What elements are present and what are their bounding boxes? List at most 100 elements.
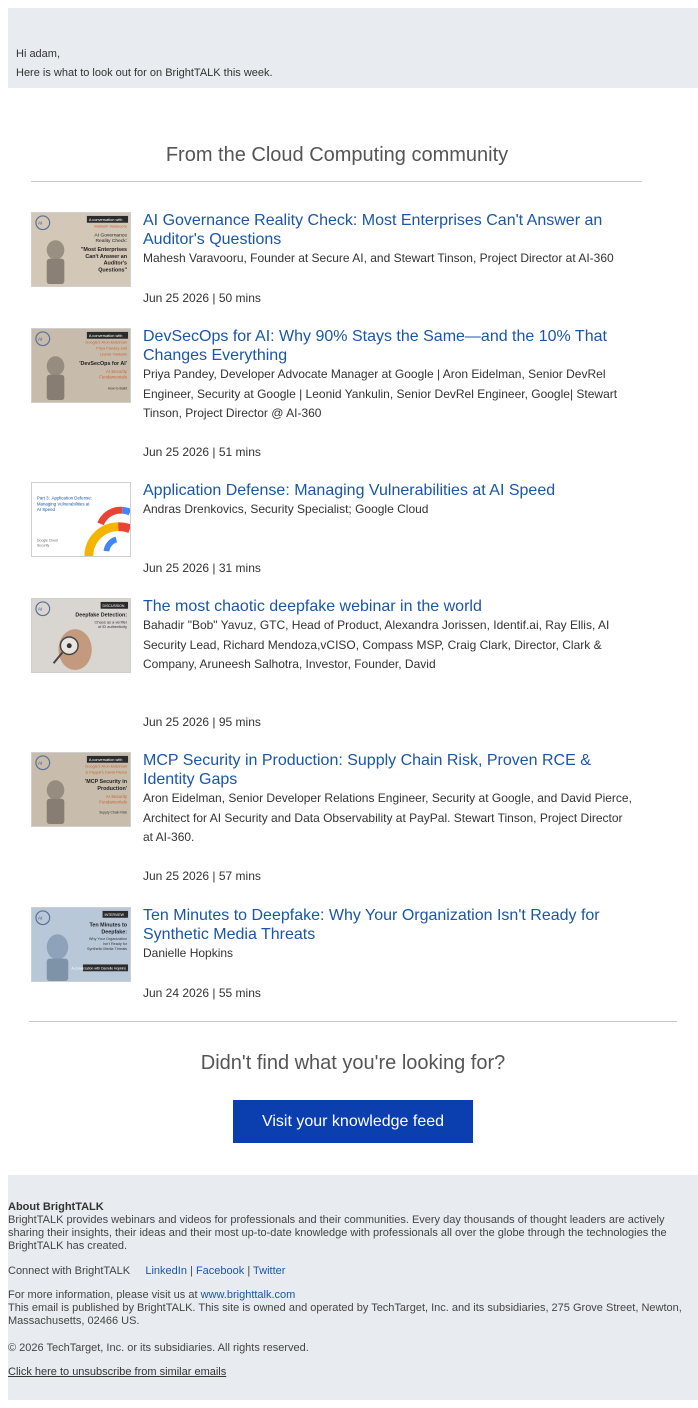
svg-text:AI Security: AI Security [106,794,128,799]
connect-label: Connect with BrightTALK [8,1265,131,1277]
publisher-text: This email is published by BrightTALK. T… [8,1302,682,1327]
svg-text:Security: Security [37,543,50,547]
thumbnail-image-icon: AI INTERVIEW Ten Minutes to Deepfake: Wh… [32,908,130,981]
thumbnail-image-icon: AI A conversation with Mahesh Varavooru … [32,213,130,286]
webinar-date-duration: Jun 25 2026 | 95 mins [143,715,261,729]
svg-text:Deepfake Detection:: Deepfake Detection: [75,613,127,619]
svg-text:Production': Production' [97,786,127,792]
more-info-text: For more information, please visit us at [8,1289,201,1301]
svg-text:Can't Answer an: Can't Answer an [85,254,127,260]
webinar-date-duration: Jun 25 2026 | 50 mins [143,291,261,305]
webinar-title-link[interactable]: MCP Security in Production: Supply Chain… [143,751,633,789]
svg-text:'DevSecOps for AI': 'DevSecOps for AI' [79,361,127,367]
webinar-item: AI INTERVIEW Ten Minutes to Deepfake: Wh… [31,907,641,1002]
about-heading: About BrightTALK [8,1201,104,1213]
webinar-thumbnail[interactable]: AI A conversation with Google's Aron Eid… [31,328,131,403]
visit-knowledge-feed-button[interactable]: Visit your knowledge feed [233,1100,473,1143]
svg-text:Managing Vulnerabilities at: Managing Vulnerabilities at [37,501,90,506]
svg-text:Questions": Questions" [98,267,127,273]
webinar-item: AI A conversation with Google's Aron Eid… [31,752,641,887]
more-info-row: For more information, please visit us at… [8,1289,688,1302]
section-title: From the Cloud Computing community [165,144,509,166]
thumbnail-image-icon: AI A conversation with Google's Aron Eid… [32,329,130,402]
webinar-speakers: Andras Drenkovics, Security Specialist; … [143,502,429,516]
svg-text:Isn't Ready for: Isn't Ready for [103,942,128,946]
thumbnail-image-icon: Part 3: Application Defense: Managing Vu… [32,483,130,556]
cta-divider [29,1021,677,1022]
cta-heading: Didn't find what you're looking for? [200,1052,506,1074]
webinar-title-link[interactable]: AI Governance Reality Check: Most Enterp… [143,211,633,249]
webinar-item: Part 3: Application Defense: Managing Vu… [31,482,641,577]
svg-text:Supply Chain Risk: Supply Chain Risk [99,810,127,814]
svg-text:Ten Minutes to: Ten Minutes to [90,923,128,929]
svg-text:INTERVIEW: INTERVIEW [105,913,125,917]
webinar-speakers: Danielle Hopkins [143,946,234,960]
svg-text:Google Cloud: Google Cloud [37,538,58,542]
webinar-speakers: Priya Pandey, Developer Advocate Manager… [143,367,618,420]
brighttalk-site-link[interactable]: www.brighttalk.com [201,1289,296,1301]
svg-text:Auditor's: Auditor's [104,261,127,267]
svg-text:Part 3:: Part 3: [37,496,50,501]
linkedin-link[interactable]: LinkedIn [145,1265,187,1277]
facebook-link[interactable]: Facebook [196,1265,244,1277]
svg-text:A conversation with Danielle H: A conversation with Danielle Hopkins [72,966,127,970]
webinar-item: AI DISCUSSION Deepfake Detection: Chaos … [31,598,641,733]
webinar-title-link[interactable]: The most chaotic deepfake webinar in the… [143,597,633,616]
ai360-logo: AI [38,761,43,767]
ai360-logo: AI [38,916,43,922]
webinar-item: AI A conversation with Mahesh Varavooru … [31,212,641,307]
svg-text:Synthetic Media Threats: Synthetic Media Threats [87,947,127,951]
svg-text:A conversation with: A conversation with [89,217,123,222]
intro-text: Here is what to look out for on BrightTA… [16,67,273,79]
svg-text:Google's Aron Eidelman: Google's Aron Eidelman [85,340,127,345]
svg-text:Fundamentals: Fundamentals [99,375,128,380]
svg-text:Priya Pandey and: Priya Pandey and [96,345,127,350]
copyright: © 2026 TechTarget, Inc. or its subsidiar… [8,1342,309,1354]
svg-text:Reality Check:: Reality Check: [96,238,128,244]
thumbnail-image-icon: AI A conversation with Google's Aron Eid… [32,753,130,826]
unsubscribe-link[interactable]: Click here to unsubscribe from similar e… [8,1366,226,1378]
webinar-thumbnail[interactable]: AI A conversation with Google's Aron Eid… [31,752,131,827]
greeting: Hi adam, [16,48,61,60]
svg-text:A conversation with: A conversation with [89,757,123,762]
svg-text:Fundamentals: Fundamentals [99,800,128,805]
webinar-date-duration: Jun 24 2026 | 55 mins [143,986,261,1000]
webinar-thumbnail[interactable]: Part 3: Application Defense: Managing Vu… [31,482,131,557]
section-divider [31,181,642,182]
svg-text:& Paypal's David Pierce: & Paypal's David Pierce [86,769,128,774]
svg-text:Application Defense:: Application Defense: [52,496,92,501]
webinar-title-link[interactable]: Application Defense: Managing Vulnerabil… [143,481,633,500]
svg-text:Deepfake:: Deepfake: [101,929,127,935]
ai360-logo: AI [38,607,43,613]
email-body: Hi adam, Here is what to look out for on… [0,0,698,1408]
webinar-speakers: Mahesh Varavooru, Founder at Secure AI, … [143,251,614,265]
svg-text:of ID authenticity: of ID authenticity [98,624,127,629]
svg-text:A conversation with: A conversation with [89,333,123,338]
footer: About BrightTALK BrightTALK provides web… [8,1175,698,1400]
svg-text:'MCP Security in: 'MCP Security in [85,779,127,785]
connect-row: Connect with BrightTALK LinkedIn | Faceb… [8,1265,286,1277]
webinar-speakers: Bahadir "Bob" Yavuz, GTC, Head of Produc… [143,618,610,671]
webinar-thumbnail[interactable]: AI DISCUSSION Deepfake Detection: Chaos … [31,598,131,673]
webinar-title-link[interactable]: DevSecOps for AI: Why 90% Stays the Same… [143,327,633,365]
webinar-thumbnail[interactable]: AI INTERVIEW Ten Minutes to Deepfake: Wh… [31,907,131,982]
twitter-link[interactable]: Twitter [253,1265,285,1277]
webinar-speakers: Aron Eidelman, Senior Developer Relation… [143,791,632,844]
svg-text:Why Your Organization: Why Your Organization [89,937,127,941]
svg-text:AI Speed: AI Speed [37,507,56,512]
about-text: BrightTALK provides webinars and videos … [8,1214,667,1252]
webinar-date-duration: Jun 25 2026 | 57 mins [143,869,261,883]
svg-text:How to Build: How to Build [108,386,127,390]
svg-text:Google's Aron Eidelman: Google's Aron Eidelman [85,764,127,769]
header-band: Hi adam, Here is what to look out for on… [8,8,698,88]
webinar-thumbnail[interactable]: AI A conversation with Mahesh Varavooru … [31,212,131,287]
svg-text:Mahesh Varavooru: Mahesh Varavooru [94,224,127,229]
webinar-date-duration: Jun 25 2026 | 51 mins [143,445,261,459]
svg-text:"Most Enterprises: "Most Enterprises [81,247,127,253]
thumbnail-image-icon: AI DISCUSSION Deepfake Detection: Chaos … [32,599,130,672]
svg-text:Leonid Yankulin: Leonid Yankulin [100,351,127,356]
webinar-title-link[interactable]: Ten Minutes to Deepfake: Why Your Organi… [143,906,633,944]
ai360-logo: AI [38,337,43,343]
webinar-date-duration: Jun 25 2026 | 31 mins [143,561,261,575]
svg-text:AI Governance: AI Governance [94,232,127,238]
